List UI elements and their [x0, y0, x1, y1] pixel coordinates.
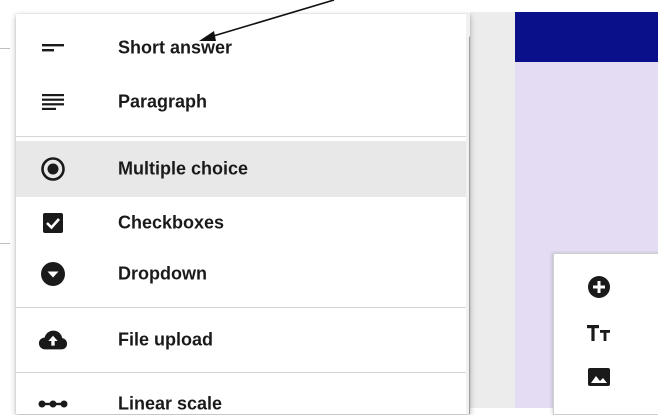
add-title-icon[interactable] — [586, 320, 612, 346]
menu-item-paragraph[interactable]: Paragraph — [16, 74, 466, 130]
menu-item-multiple-choice[interactable]: Multiple choice — [16, 141, 466, 197]
question-type-menu: Short answer Paragraph Multiple choice C… — [16, 14, 470, 414]
menu-divider — [16, 136, 466, 137]
divider — [0, 243, 10, 244]
menu-item-dropdown[interactable]: Dropdown — [16, 246, 466, 302]
side-toolbar — [553, 253, 658, 415]
scroll-up-arrow-icon[interactable] — [466, 14, 470, 34]
paragraph-icon — [38, 89, 68, 115]
menu-divider — [16, 307, 466, 308]
menu-item-short-answer[interactable]: Short answer — [16, 20, 466, 76]
linear-scale-icon — [38, 391, 68, 414]
scroll-thumb[interactable] — [469, 36, 470, 414]
menu-item-label: File upload — [118, 329, 214, 350]
top-margin — [0, 0, 658, 12]
menu-item-label: Linear scale — [118, 393, 223, 414]
menu-item-checkboxes[interactable]: Checkboxes — [16, 195, 466, 251]
divider — [0, 48, 10, 49]
background-strip — [470, 8, 515, 408]
menu-item-label: Multiple choice — [118, 158, 249, 179]
menu-item-label: Checkboxes — [118, 212, 225, 233]
menu-item-label: Dropdown — [118, 263, 207, 284]
menu-item-file-upload[interactable]: File upload — [16, 312, 466, 368]
menu-item-linear-scale[interactable]: Linear scale — [16, 376, 466, 414]
menu-divider — [16, 372, 466, 373]
scrollbar[interactable] — [466, 14, 470, 414]
menu-item-label: Short answer — [118, 37, 233, 58]
cloud-upload-icon — [38, 327, 68, 353]
form-header-bar — [515, 12, 658, 62]
menu-item-label: Paragraph — [118, 91, 208, 112]
short-answer-icon — [38, 35, 68, 61]
dropdown-icon — [38, 261, 68, 287]
radio-button-icon — [38, 156, 68, 182]
add-image-icon[interactable] — [586, 364, 612, 390]
add-question-icon[interactable] — [586, 274, 612, 300]
checkbox-icon — [38, 210, 68, 236]
